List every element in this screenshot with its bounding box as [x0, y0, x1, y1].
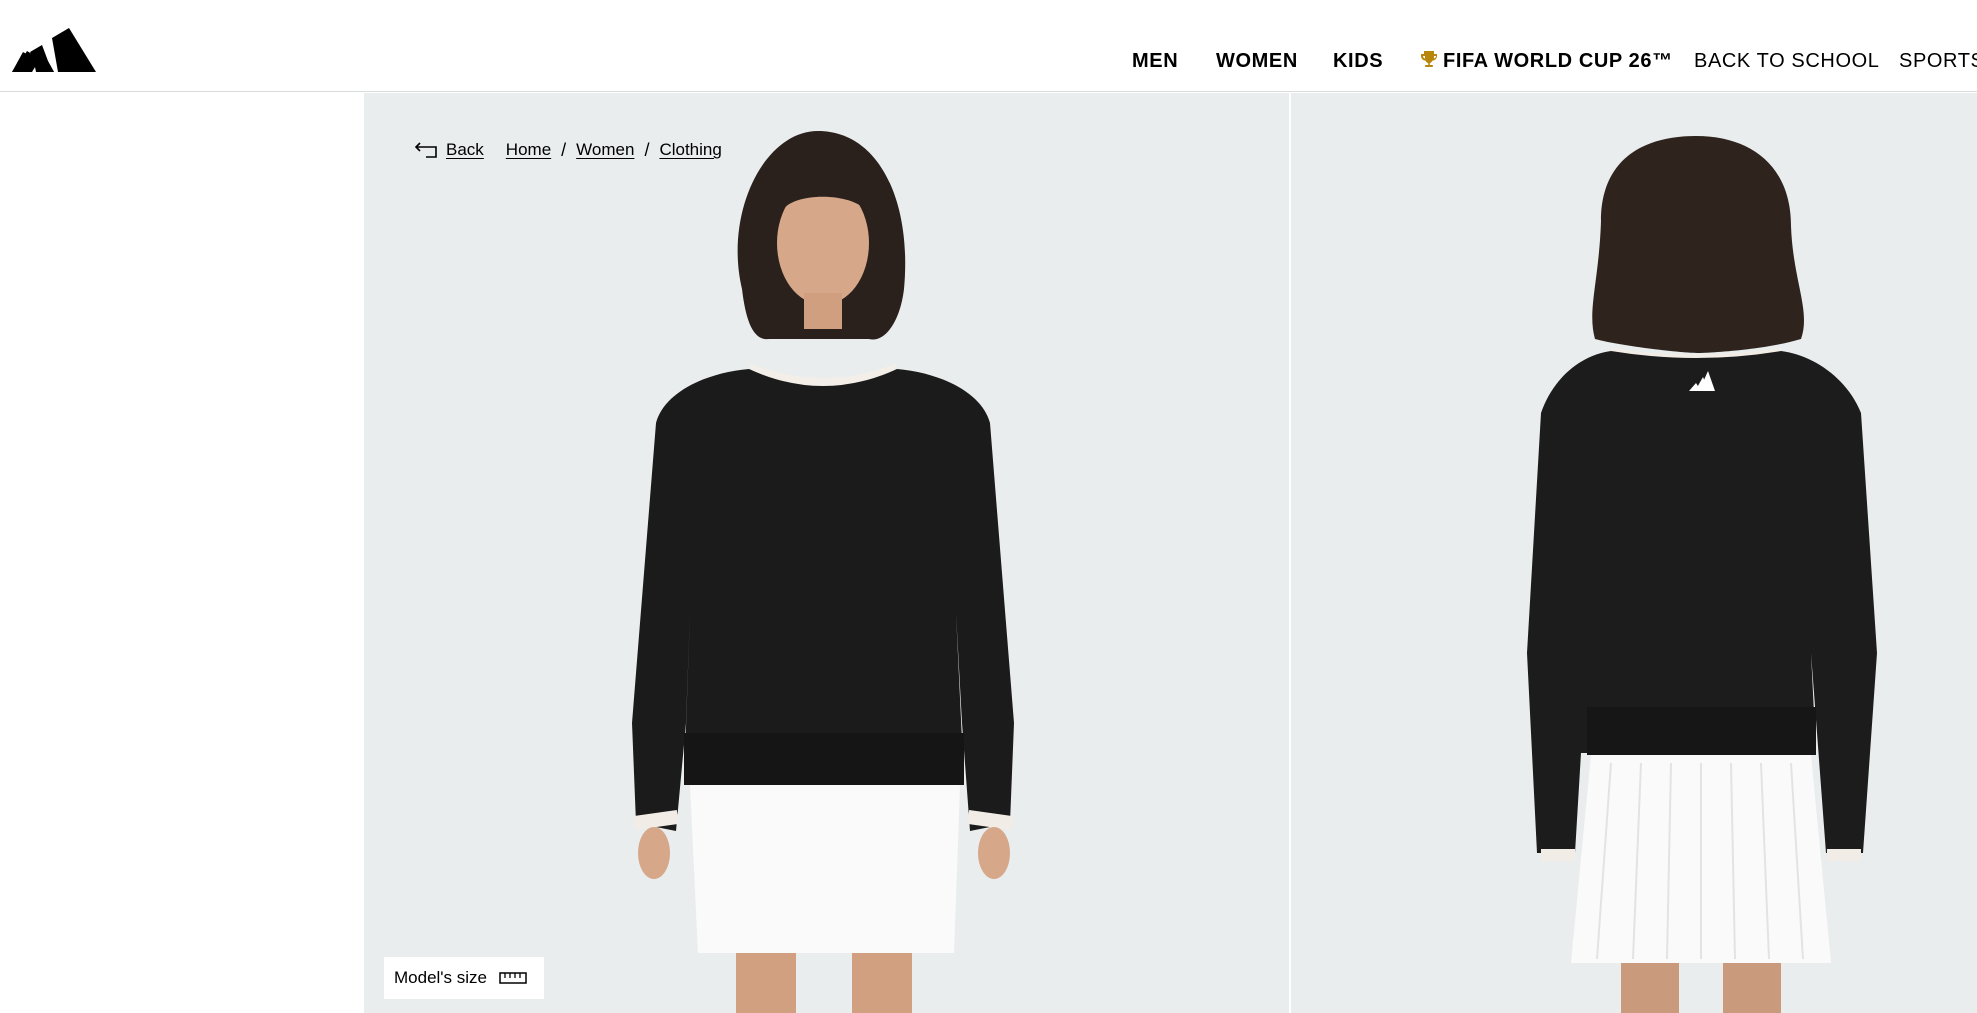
breadcrumb: Back Home / Women / Clothing: [414, 136, 722, 164]
back-label: Back: [446, 140, 484, 159]
left-blank-column: [0, 93, 364, 1013]
nav-item-men[interactable]: MEN: [1132, 46, 1178, 76]
breadcrumb-separator: /: [561, 139, 567, 160]
model-size-label: Model's size: [394, 968, 488, 987]
site-header: MEN WOMEN KIDS FIFA WORLD CUP 26™ BACK T…: [0, 0, 1977, 92]
main-nav: MEN WOMEN KIDS FIFA WORLD CUP 26™ BACK T…: [0, 46, 1977, 76]
breadcrumb-women[interactable]: Women: [576, 140, 634, 160]
back-link[interactable]: Back: [414, 140, 484, 160]
trophy-icon: [1421, 51, 1437, 67]
nav-item-fifa-world-cup[interactable]: FIFA WORLD CUP 26™: [1419, 46, 1673, 76]
ruler-icon: [499, 972, 527, 984]
model-back-illustration: [1527, 136, 1877, 1013]
product-image-back[interactable]: [1291, 93, 1977, 1013]
model-size-button[interactable]: Model's size: [384, 957, 544, 999]
model-front-illustration: [632, 131, 1014, 1013]
nav-item-women[interactable]: WOMEN: [1216, 46, 1298, 76]
back-arrow-icon: [414, 142, 437, 158]
nav-item-sports[interactable]: SPORTS: [1899, 46, 1977, 76]
breadcrumb-home[interactable]: Home: [506, 140, 551, 160]
nav-item-back-to-school[interactable]: BACK TO SCHOOL: [1694, 46, 1880, 76]
product-image-front[interactable]: [364, 93, 1290, 1013]
breadcrumb-separator: /: [644, 139, 650, 160]
breadcrumb-clothing[interactable]: Clothing: [659, 140, 721, 160]
nav-item-kids[interactable]: KIDS: [1333, 46, 1383, 76]
nav-item-fifa-label: FIFA WORLD CUP 26™: [1443, 50, 1673, 72]
